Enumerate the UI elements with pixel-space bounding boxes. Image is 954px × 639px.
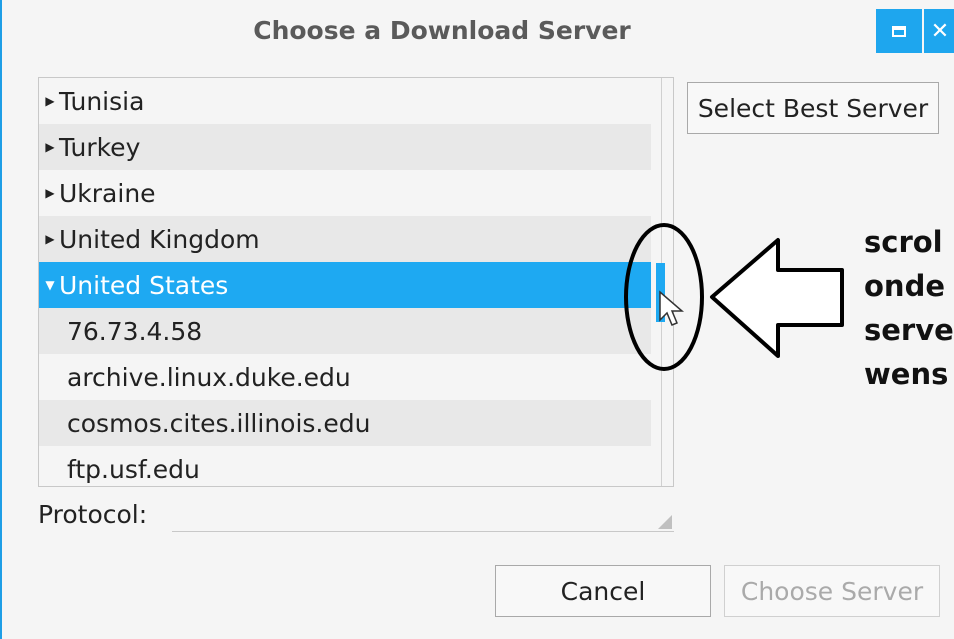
choose-server-button: Choose Server [724, 565, 940, 617]
tree-row-label: United States [59, 270, 229, 300]
annotation-line: serve [864, 313, 954, 347]
tree-row-server[interactable]: archive.linux.duke.edu [39, 354, 651, 400]
collapsed-arrow-icon[interactable]: ▶ [41, 232, 59, 246]
annotation-line: onde [864, 269, 945, 303]
tree-row-label: Ukraine [59, 178, 156, 208]
maximize-icon [892, 25, 906, 37]
cancel-button[interactable]: Cancel [495, 565, 711, 617]
select-best-server-button[interactable]: Select Best Server [687, 82, 939, 134]
tree-row-country[interactable]: ▶ Turkey [39, 124, 651, 170]
annotation-line: wens [864, 357, 949, 391]
annotation-note: scrol onde serve wens [864, 220, 954, 396]
tree-row-label: cosmos.cites.illinois.edu [67, 408, 371, 438]
protocol-label: Protocol: [38, 500, 148, 529]
expanded-arrow-icon[interactable]: ▼ [41, 278, 59, 292]
collapsed-arrow-icon[interactable]: ▶ [41, 140, 59, 154]
close-button[interactable]: ✕ [924, 9, 954, 53]
tree-row-server[interactable]: ftp.usf.edu [39, 446, 651, 486]
collapsed-arrow-icon[interactable]: ▶ [41, 186, 59, 200]
tree-row-country[interactable]: ▶ Tunisia [39, 78, 651, 124]
dialog-title: Choose a Download Server [253, 16, 631, 45]
annotation-line: scrol [864, 225, 943, 259]
tree-row-country-selected[interactable]: ▼ United States [39, 262, 651, 308]
maximize-button[interactable] [876, 9, 922, 53]
close-icon: ✕ [930, 18, 950, 44]
tree-row-label: ftp.usf.edu [67, 454, 200, 484]
dropdown-grip-icon [658, 515, 672, 529]
tree-row-server[interactable]: cosmos.cites.illinois.edu [39, 400, 651, 446]
tree-row-label: 76.73.4.58 [67, 316, 203, 346]
collapsed-arrow-icon[interactable]: ▶ [41, 94, 59, 108]
tree-row-server[interactable]: 76.73.4.58 [39, 308, 651, 354]
tree-row-country[interactable]: ▶ United Kingdom [39, 216, 651, 262]
download-server-dialog: Choose a Download Server ✕ ▶ Tunisia ▶ T… [0, 0, 954, 639]
tree-row-label: archive.linux.duke.edu [67, 362, 351, 392]
scrollbar-thumb[interactable] [656, 263, 665, 322]
title-bar: Choose a Download Server ✕ [2, 0, 954, 66]
tree-row-label: Tunisia [59, 86, 145, 116]
server-tree[interactable]: ▶ Tunisia ▶ Turkey ▶ Ukraine ▶ United Ki… [38, 77, 674, 487]
tree-row-country[interactable]: ▶ Ukraine [39, 170, 651, 216]
tree-row-label: Turkey [59, 132, 141, 162]
tree-row-label: United Kingdom [59, 224, 260, 254]
protocol-select[interactable] [172, 500, 674, 532]
